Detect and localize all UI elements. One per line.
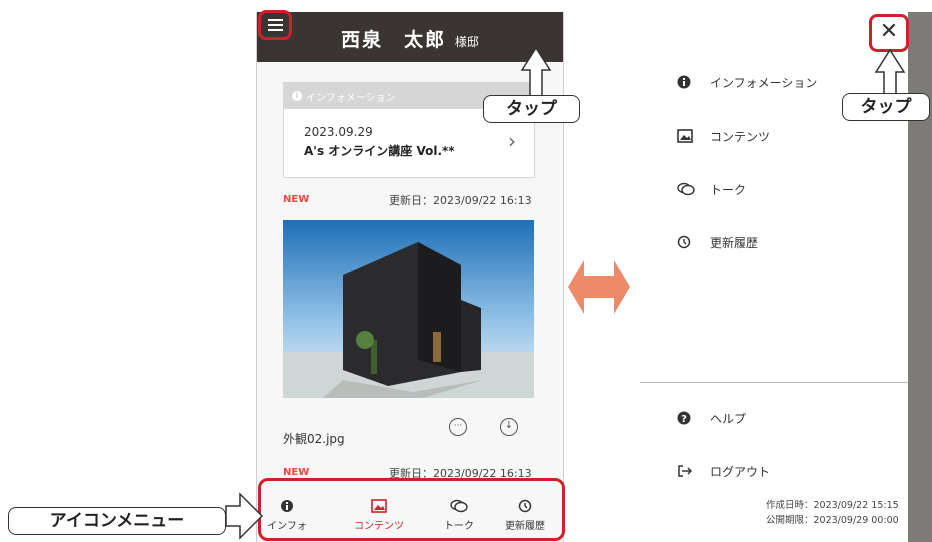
pointer-arrow-right-icon (225, 492, 264, 540)
drawer-item-talk[interactable]: トーク (710, 181, 746, 198)
info-title: A's オンライン講座 Vol.** (304, 144, 455, 158)
drawer-item-contents[interactable]: コンテンツ (710, 128, 770, 145)
file-name: 外観02.jpg (283, 432, 345, 446)
icon-menu-callout: アイコンメニュー (8, 507, 226, 535)
new-badge: NEW (283, 467, 310, 478)
house-photo[interactable] (283, 220, 534, 398)
tab-bar-highlight (258, 478, 565, 541)
side-drawer: インフォメーション コンテンツ トーク 更新履歴 ? ヘルプ ログアウト 作成日… (640, 12, 908, 542)
info-icon (677, 74, 691, 89)
comment-icon[interactable]: ··· (449, 418, 467, 436)
drawer-item-logout[interactable]: ログアウト (710, 463, 770, 480)
close-button[interactable]: ✕ (869, 14, 909, 52)
tap-callout: タップ (483, 95, 580, 123)
pointer-arrow-icon (520, 46, 552, 97)
new-badge: NEW (283, 194, 310, 205)
expiry-date: 公開期限：2023/09/29 00:00 (766, 515, 899, 526)
logout-icon (677, 463, 693, 477)
drawer-item-history[interactable]: 更新履歴 (710, 234, 758, 251)
drawer-item-information[interactable]: インフォメーション (710, 74, 817, 91)
tap-callout: タップ (842, 93, 930, 121)
divider (640, 382, 908, 383)
info-date: 2023.09.29 (304, 125, 373, 139)
image-icon (677, 128, 693, 143)
help-icon: ? (677, 410, 691, 425)
double-arrow-icon (568, 260, 630, 314)
history-icon (677, 234, 691, 249)
hamburger-menu-button[interactable] (258, 10, 292, 40)
svg-text:?: ? (681, 414, 687, 425)
info-icon: i (292, 91, 302, 101)
info-card-label: インフォメーション (306, 93, 396, 104)
created-date: 作成日時：2023/09/22 15:15 (766, 500, 899, 511)
chevron-right-icon[interactable]: › (508, 129, 516, 153)
drawer-item-help[interactable]: ヘルプ (710, 410, 746, 427)
cloud-download-icon[interactable]: ↓ (500, 418, 518, 436)
pointer-arrow-icon (874, 48, 906, 95)
updated-date: 更新日：2023/09/22 16:13 (389, 194, 532, 207)
close-icon: ✕ (879, 19, 899, 44)
chat-icon (677, 181, 695, 196)
